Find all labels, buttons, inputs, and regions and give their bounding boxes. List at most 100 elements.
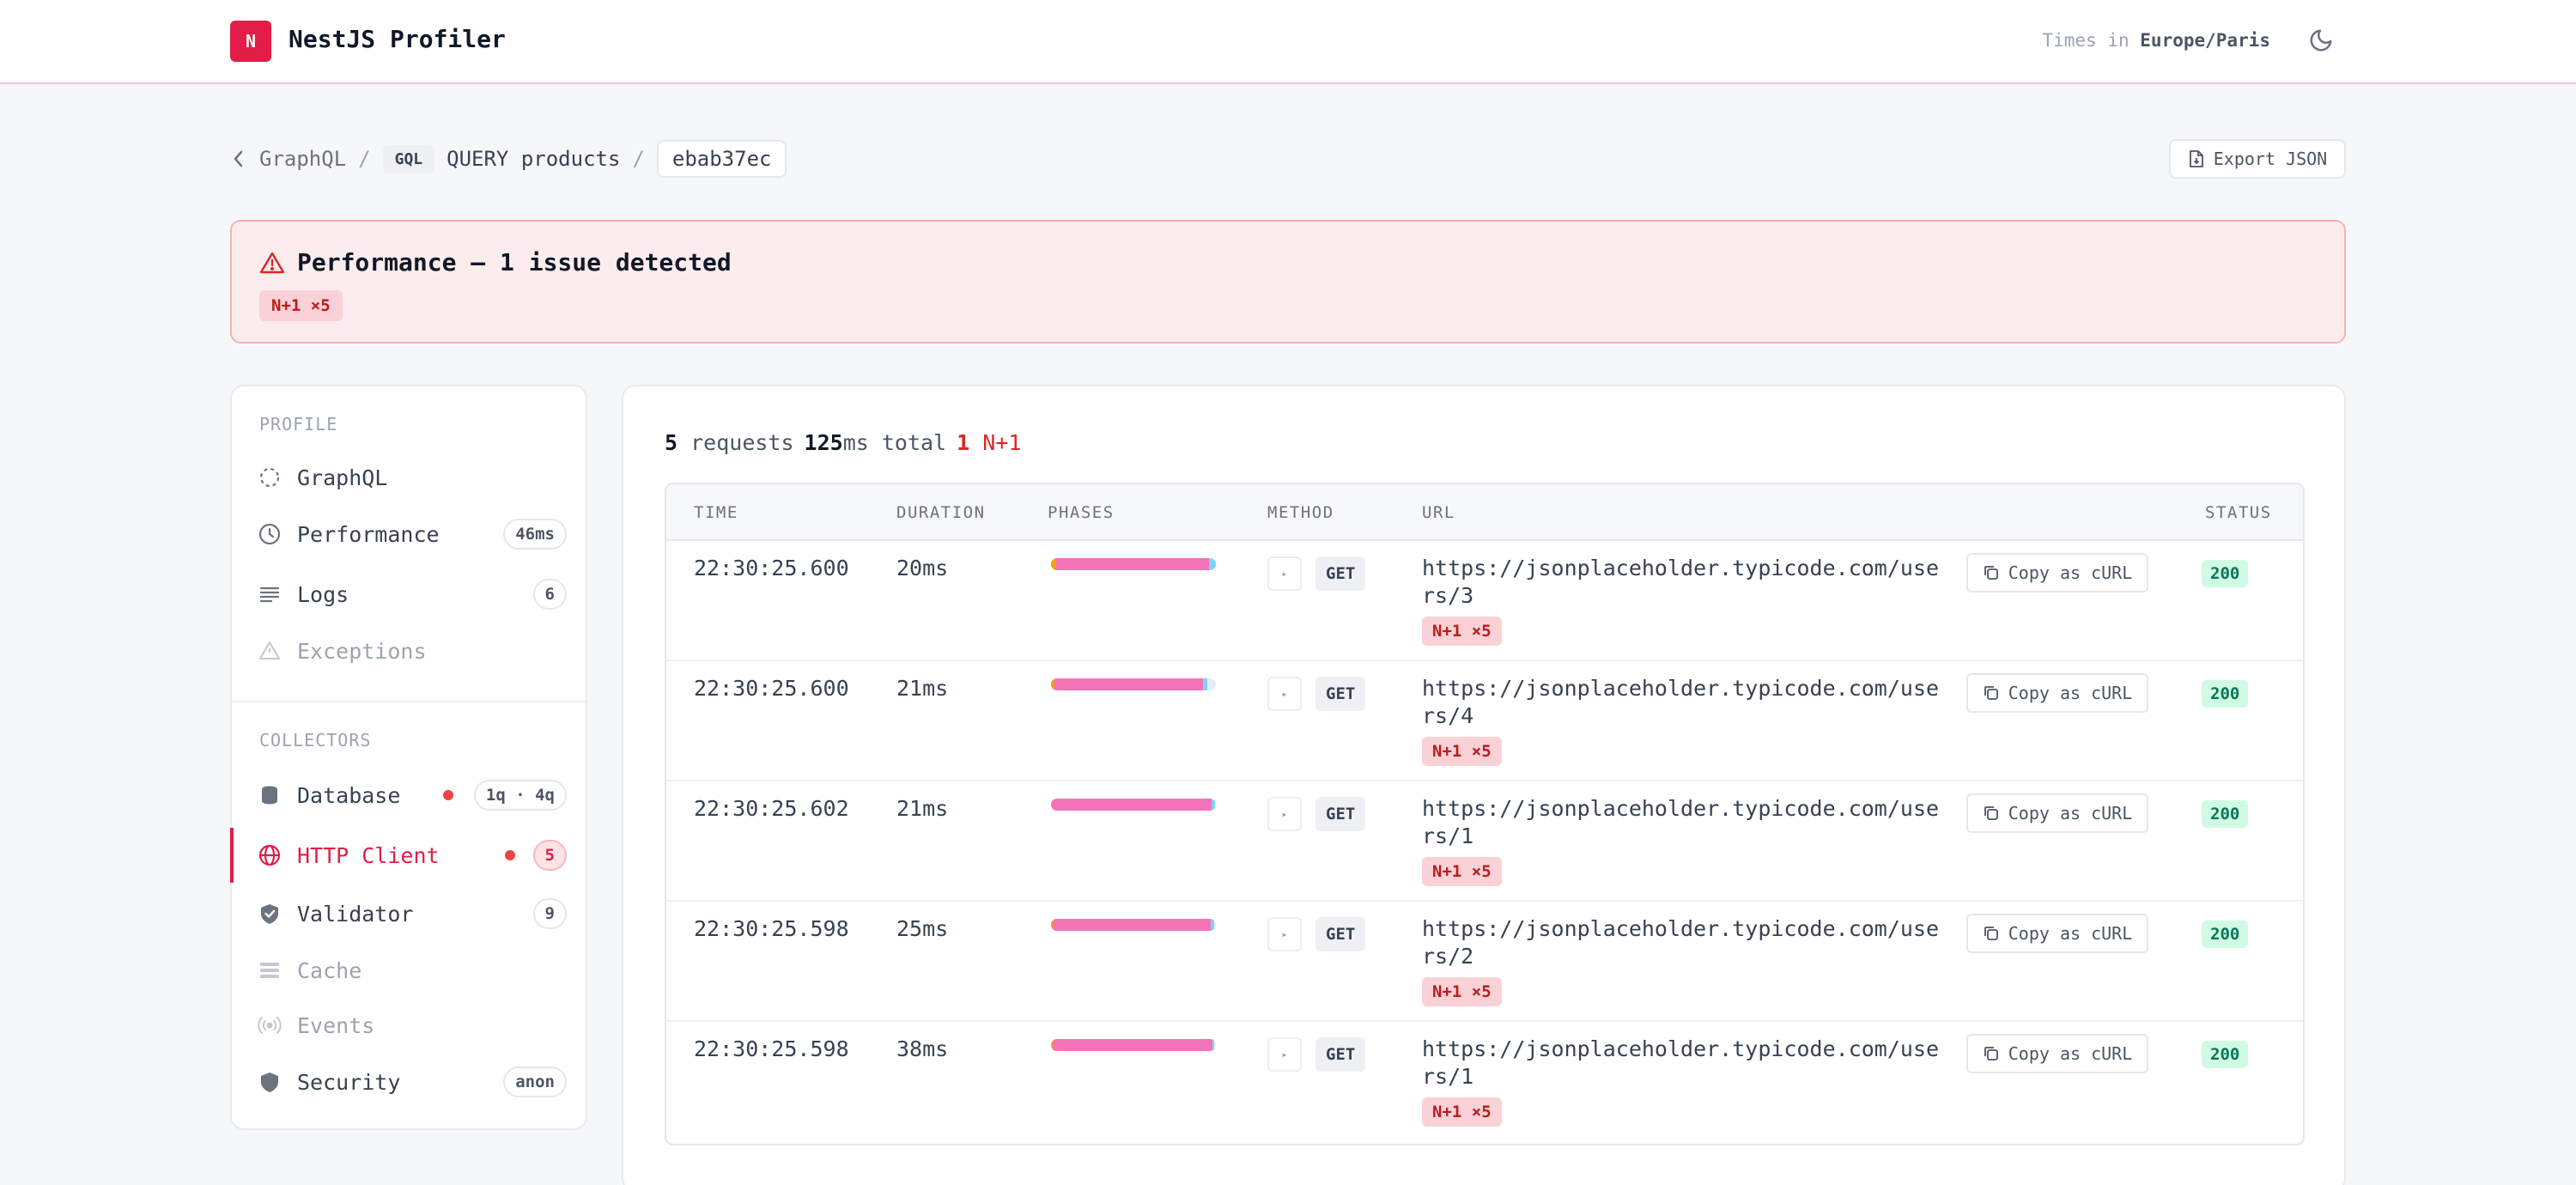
- sidebar-item-label: GraphQL: [297, 465, 388, 490]
- sidebar-item-database[interactable]: Database 1q · 4q: [232, 768, 586, 823]
- column-header-method[interactable]: METHOD: [1267, 503, 1334, 522]
- total-summary: 125ms total: [805, 428, 947, 459]
- alert-title-row: Performance — 1 issue detected: [259, 242, 732, 283]
- phase-wait-segment: [1064, 678, 1203, 690]
- method-badge: GET: [1315, 917, 1366, 951]
- copy-curl-button[interactable]: Copy as cURL: [1966, 793, 2148, 833]
- column-header-status[interactable]: STATUS: [2205, 503, 2272, 522]
- sidebar-item-cache[interactable]: Cache: [232, 943, 586, 998]
- expand-row-button[interactable]: ▸: [1267, 556, 1302, 591]
- breadcrumb-parent-link[interactable]: GraphQL: [259, 147, 346, 171]
- request-duration: 21ms: [896, 796, 949, 821]
- copy-curl-button[interactable]: Copy as cURL: [1966, 1034, 2148, 1073]
- expand-row-button[interactable]: ▸: [1267, 917, 1302, 951]
- expand-row-button[interactable]: ▸: [1267, 677, 1302, 711]
- n-plus-one-badge[interactable]: N+1 ×5: [259, 290, 343, 321]
- phase-timeline[interactable]: [1051, 558, 1216, 570]
- n-plus-one-badge[interactable]: N+1 ×5: [1422, 857, 1502, 886]
- request-url[interactable]: https://jsonplaceholder.typicode.com/use…: [1422, 555, 1946, 610]
- copy-curl-button[interactable]: Copy as cURL: [1966, 914, 2148, 953]
- n1-count: 1: [957, 430, 970, 455]
- breadcrumb: GraphQL / GQL QUERY products / ebab37ec: [230, 139, 787, 179]
- request-time: 22:30:25.598: [694, 1036, 849, 1061]
- timezone-prefix: Times in: [2042, 30, 2129, 51]
- column-header-duration[interactable]: DURATION: [896, 503, 986, 522]
- sidebar-item-exceptions[interactable]: Exceptions: [232, 623, 586, 678]
- method-badge: GET: [1315, 797, 1366, 831]
- export-json-button[interactable]: Export JSON: [2169, 139, 2346, 179]
- app-logo[interactable]: N: [230, 21, 271, 62]
- sidebar-item-performance[interactable]: Performance 46ms: [232, 507, 586, 562]
- phase-timeline[interactable]: [1051, 919, 1216, 931]
- copy-icon: [1984, 686, 1998, 700]
- http-client-panel: 5 requests 125ms total 1 N+1 TIME DURATI…: [622, 385, 2346, 1185]
- column-header-time[interactable]: TIME: [694, 503, 738, 522]
- n-plus-one-badge[interactable]: N+1 ×5: [1422, 1097, 1502, 1127]
- request-duration: 20ms: [896, 556, 949, 580]
- sidebar-item-events[interactable]: Events: [232, 998, 586, 1053]
- sidebar-item-validator[interactable]: Validator 9: [232, 886, 586, 941]
- n-plus-one-badge[interactable]: N+1 ×5: [1422, 737, 1502, 766]
- request-url[interactable]: https://jsonplaceholder.typicode.com/use…: [1422, 675, 1946, 730]
- chevron-left-icon[interactable]: [230, 149, 247, 169]
- sidebar: PROFILE GraphQL Performance 46ms Logs 6 …: [230, 385, 587, 1130]
- request-time: 22:30:25.602: [694, 796, 849, 821]
- security-user-badge: anon: [503, 1066, 567, 1097]
- n-plus-one-badge[interactable]: N+1 ×5: [1422, 977, 1502, 1006]
- status-badge: 200: [2202, 1041, 2249, 1068]
- expand-row-button[interactable]: ▸: [1267, 1037, 1302, 1072]
- profile-section-heading: PROFILE: [259, 414, 338, 434]
- app-title[interactable]: NestJS Profiler: [289, 22, 506, 57]
- breadcrumb-separator: /: [632, 147, 645, 171]
- top-bar: N NestJS Profiler Times in Europe/Paris: [0, 0, 2576, 84]
- validator-count-badge: 9: [532, 898, 567, 929]
- sidebar-item-label: Database: [297, 782, 401, 808]
- total-label: ms total: [842, 430, 947, 455]
- table-row[interactable]: 22:30:25.598 38ms ▸ GET https://jsonplacehol…: [666, 1022, 2303, 1142]
- sidebar-item-http-client[interactable]: HTTP Client 5: [230, 828, 586, 883]
- table-row[interactable]: 22:30:25.600 21ms ▸ GET https://jsonplacehol…: [666, 661, 2303, 781]
- clock-icon: [258, 523, 281, 545]
- phase-timeline[interactable]: [1051, 799, 1216, 811]
- request-url[interactable]: https://jsonplaceholder.typicode.com/use…: [1422, 795, 1946, 850]
- table-row[interactable]: 22:30:25.600 20ms ▸ GET https://jsonplacehol…: [666, 541, 2303, 661]
- table-row[interactable]: 22:30:25.602 21ms ▸ GET https://jsonplacehol…: [666, 781, 2303, 902]
- request-duration: 25ms: [896, 916, 949, 941]
- expand-row-button[interactable]: ▸: [1267, 797, 1302, 831]
- request-url[interactable]: https://jsonplaceholder.typicode.com/use…: [1422, 1036, 1946, 1091]
- request-time: 22:30:25.600: [694, 676, 849, 701]
- sidebar-item-graphql[interactable]: GraphQL: [232, 450, 586, 505]
- n-plus-one-badge[interactable]: N+1 ×5: [1422, 617, 1502, 646]
- copy-curl-button[interactable]: Copy as cURL: [1966, 553, 2148, 592]
- list-icon: [259, 586, 280, 603]
- broadcast-icon: [258, 1017, 282, 1034]
- sidebar-item-label: Validator: [297, 901, 414, 927]
- moon-icon[interactable]: [2308, 27, 2334, 53]
- export-json-label: Export JSON: [2213, 149, 2328, 169]
- sidebar-item-label: Logs: [297, 581, 349, 607]
- requests-summary: 5 requests: [665, 428, 794, 459]
- phase-download-segment: [1212, 799, 1216, 811]
- copy-curl-label: Copy as cURL: [2008, 803, 2133, 823]
- sidebar-item-logs[interactable]: Logs 6: [232, 567, 586, 622]
- requests-table: TIME DURATION PHASES METHOD URL STATUS 2…: [665, 483, 2305, 1146]
- phase-download-segment: [1209, 558, 1216, 570]
- warning-outline-icon: [259, 641, 280, 659]
- file-export-icon: [2189, 150, 2203, 167]
- request-time: 22:30:25.598: [694, 916, 849, 941]
- copy-icon: [1984, 1047, 1998, 1060]
- sidebar-item-security[interactable]: Security anon: [232, 1054, 586, 1109]
- profile-token[interactable]: ebab37ec: [656, 140, 787, 178]
- request-url[interactable]: https://jsonplaceholder.typicode.com/use…: [1422, 915, 1946, 970]
- alert-dot: [505, 850, 515, 860]
- column-header-url[interactable]: URL: [1422, 503, 1455, 522]
- requests-label: requests: [690, 430, 794, 455]
- alert-title: Performance — 1 issue detected: [297, 248, 732, 276]
- sidebar-item-label: Exceptions: [297, 638, 427, 664]
- http-client-count-badge: 5: [532, 840, 567, 871]
- table-row[interactable]: 22:30:25.598 25ms ▸ GET https://jsonplacehol…: [666, 902, 2303, 1022]
- phase-timeline[interactable]: [1051, 678, 1216, 690]
- method-badge: GET: [1315, 1037, 1366, 1072]
- copy-curl-button[interactable]: Copy as cURL: [1966, 673, 2148, 713]
- phase-timeline[interactable]: [1051, 1039, 1216, 1051]
